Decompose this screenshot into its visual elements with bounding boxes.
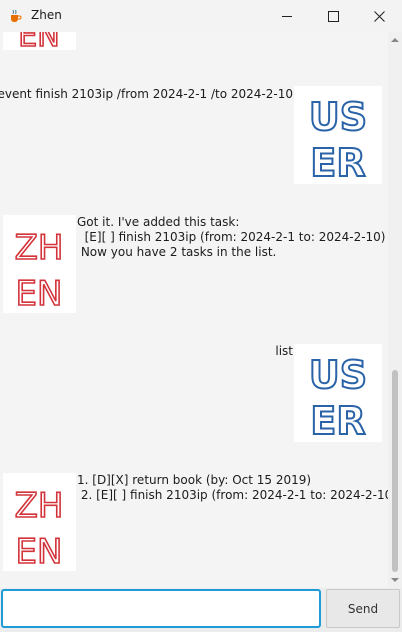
user-message: event finish 2103ip /from 2024-2-1 /to 2… [0,87,293,101]
maximize-button[interactable] [310,0,356,32]
close-icon [373,10,385,22]
user-avatar: US ER [294,86,382,186]
svg-text:ZH: ZH [15,228,64,268]
svg-text:ER: ER [310,399,365,442]
vertical-scrollbar[interactable] [388,32,402,588]
svg-text:US: US [309,95,367,139]
user-avatar: US ER [294,344,382,444]
message-input[interactable] [1,589,321,628]
svg-text:ZH: ZH [15,486,64,526]
title-bar: Zhen [0,0,402,33]
svg-text:EN: EN [16,274,63,313]
maximize-icon [327,10,339,22]
scroll-up-icon[interactable] [391,36,399,44]
scroll-thumb[interactable] [392,370,398,572]
svg-text:ER: ER [310,141,365,184]
minimize-button[interactable] [264,0,310,32]
bot-message: 1. [D][X] return book (by: Oct 15 2019) … [77,473,388,502]
bot-avatar: EN [3,32,76,55]
bot-message: Got it. I've added this task: [E][ ] fin… [77,215,386,259]
send-button[interactable]: Send [326,589,400,628]
svg-text:US: US [309,353,367,397]
java-cup-icon [11,9,22,22]
app-window: Zhen EN event finish 2103ip /from 2024-2… [0,0,402,632]
bot-avatar: ZH EN [3,473,76,573]
bot-avatar: ZH EN [3,215,76,315]
close-button[interactable] [356,0,402,32]
chat-area[interactable]: EN event finish 2103ip /from 2024-2-1 /t… [0,32,388,588]
scroll-down-icon[interactable] [391,576,399,584]
svg-text:EN: EN [16,532,63,571]
minimize-icon [281,15,292,17]
svg-text:EN: EN [18,32,59,50]
user-message: list [275,344,293,358]
window-title: Zhen [31,8,62,22]
